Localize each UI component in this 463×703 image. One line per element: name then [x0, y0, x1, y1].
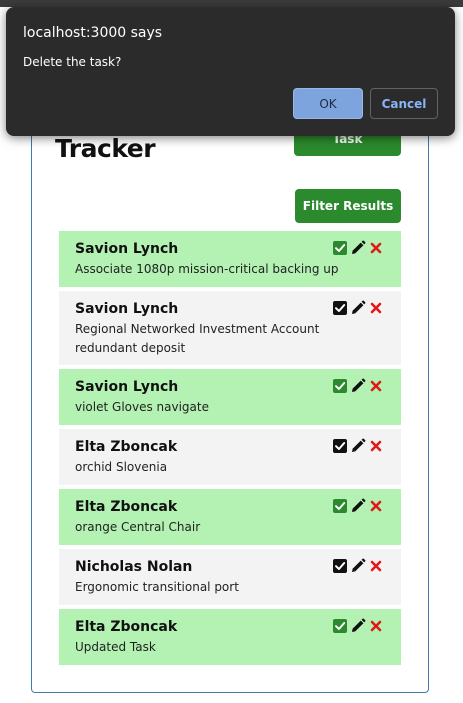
pencil-icon[interactable] — [350, 558, 366, 574]
filter-results-button[interactable]: Filter Results — [295, 189, 401, 223]
pencil-icon[interactable] — [350, 378, 366, 394]
task-description: orchid Slovenia — [75, 460, 168, 474]
x-icon[interactable] — [368, 300, 384, 316]
task-actions — [332, 618, 384, 634]
task-item[interactable]: Elta Zboncak orange Central Chair — [59, 489, 401, 545]
task-item[interactable]: Savion Lynch Regional Networked Investme… — [59, 291, 401, 365]
task-actions — [332, 378, 384, 394]
ok-button[interactable]: OK — [293, 88, 363, 119]
confirm-dialog: localhost:3000 says Delete the task? OK … — [6, 7, 455, 136]
page-title: Tracker — [55, 134, 156, 163]
task-actions — [332, 498, 384, 514]
task-item[interactable]: Elta Zboncak Updated Task — [59, 609, 401, 665]
checkbox-icon[interactable] — [332, 240, 348, 256]
browser-top-bar — [0, 0, 463, 7]
checkbox-icon[interactable] — [332, 558, 348, 574]
pencil-icon[interactable] — [350, 618, 366, 634]
task-actions — [332, 558, 384, 574]
task-description: Updated Task — [75, 640, 156, 654]
task-item[interactable]: Nicholas Nolan Ergonomic transitional po… — [59, 549, 401, 605]
checkbox-icon[interactable] — [332, 300, 348, 316]
task-item[interactable]: Savion Lynch violet Gloves navigate — [59, 369, 401, 425]
task-description: Associate 1080p mission-critical backing… — [75, 262, 339, 276]
task-actions — [332, 438, 384, 454]
task-actions — [332, 240, 384, 256]
checkbox-icon[interactable] — [332, 618, 348, 634]
x-icon[interactable] — [368, 438, 384, 454]
checkbox-icon[interactable] — [332, 438, 348, 454]
pencil-icon[interactable] — [350, 498, 366, 514]
pencil-icon[interactable] — [350, 438, 366, 454]
dialog-title: localhost:3000 says — [23, 25, 163, 41]
task-description: Ergonomic transitional port — [75, 580, 239, 594]
pencil-icon[interactable] — [350, 240, 366, 256]
x-icon[interactable] — [368, 558, 384, 574]
x-icon[interactable] — [368, 378, 384, 394]
x-icon[interactable] — [368, 498, 384, 514]
task-item[interactable]: Savion Lynch Associate 1080p mission-cri… — [59, 231, 401, 287]
task-description: Regional Networked Investment Account re… — [75, 322, 320, 355]
task-description: violet Gloves navigate — [75, 400, 209, 414]
task-actions — [332, 300, 384, 316]
checkbox-icon[interactable] — [332, 498, 348, 514]
pencil-icon[interactable] — [350, 300, 366, 316]
x-icon[interactable] — [368, 618, 384, 634]
cancel-button[interactable]: Cancel — [370, 88, 438, 119]
task-item[interactable]: Elta Zboncak orchid Slovenia — [59, 429, 401, 485]
checkbox-icon[interactable] — [332, 378, 348, 394]
x-icon[interactable] — [368, 240, 384, 256]
task-description: orange Central Chair — [75, 520, 201, 534]
dialog-message: Delete the task? — [23, 55, 122, 69]
